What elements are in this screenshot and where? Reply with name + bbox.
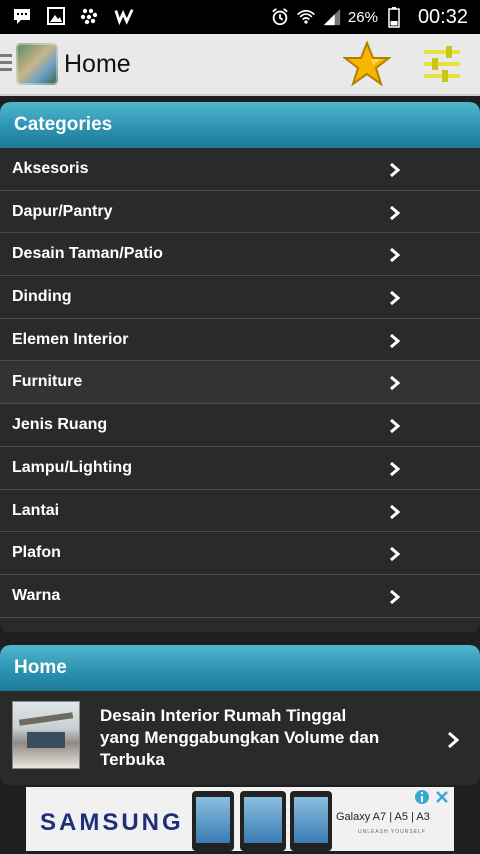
category-item[interactable]: Jenis Ruang — [0, 404, 480, 447]
ad-tagline: UNLEASH YOURSELF — [358, 829, 426, 835]
battery-percentage: 26% — [347, 8, 378, 26]
action-bar: Home — [0, 34, 480, 96]
category-item[interactable]: Desain Taman/Patio — [0, 233, 480, 277]
category-item[interactable]: Plafon — [0, 532, 480, 575]
category-item[interactable]: Lantai — [0, 490, 480, 533]
drawer-menu-icon[interactable] — [0, 54, 12, 74]
app-logo[interactable] — [16, 43, 58, 85]
chevron-right-icon — [390, 205, 401, 220]
category-item[interactable]: Furniture — [0, 361, 480, 405]
ad-info-icon[interactable] — [414, 789, 430, 805]
home-header: Home — [0, 645, 480, 691]
category-label: Desain Taman/Patio — [12, 245, 163, 263]
chevron-right-icon — [390, 162, 401, 178]
chevron-right-icon — [390, 376, 401, 391]
category-item[interactable]: Elemen Interior — [0, 319, 480, 362]
home-panel: Home Desain Interior Rumah Tinggal yang … — [0, 645, 480, 785]
chevron-right-icon — [390, 333, 401, 348]
battery-icon — [384, 7, 404, 28]
blackberry-icon — [80, 6, 100, 26]
chevron-right-icon — [390, 589, 401, 605]
article-title: Desain Interior Rumah Tinggal yang Mengg… — [100, 706, 380, 769]
signal-icon — [322, 7, 342, 27]
ad-brand: SAMSUNG — [40, 809, 184, 836]
ad-phones-image — [186, 787, 336, 851]
category-item[interactable]: Dinding — [0, 276, 480, 319]
wifi-icon — [296, 7, 316, 27]
ad-close-icon[interactable] — [434, 789, 450, 805]
categories-list: Aksesoris Dapur/Pantry Desain Taman/Patio D… — [0, 148, 480, 618]
page-title: Home — [64, 50, 131, 78]
favorite-star-button[interactable] — [342, 40, 392, 88]
category-label: Dapur/Pantry — [12, 202, 113, 220]
alarm-icon — [270, 7, 290, 27]
article-thumbnail — [12, 701, 80, 769]
sliders-icon — [424, 46, 460, 82]
category-label: Elemen Interior — [12, 330, 129, 348]
category-label: Jenis Ruang — [12, 416, 108, 434]
chat-icon — [12, 6, 32, 26]
chevron-right-icon — [390, 547, 401, 562]
chevron-right-icon — [448, 731, 460, 749]
category-label: Lampu/Lighting — [12, 458, 132, 476]
clock: 00:32 — [417, 5, 468, 28]
categories-panel: Categories Aksesoris Dapur/Pantry Desain T… — [0, 102, 480, 632]
category-label: Warna — [12, 586, 61, 604]
star-icon — [342, 40, 392, 87]
category-label: Furniture — [12, 373, 83, 391]
category-label: Plafon — [12, 544, 61, 562]
category-item[interactable]: Aksesoris — [0, 148, 480, 191]
image-icon — [46, 6, 66, 26]
filter-settings-button[interactable] — [420, 44, 464, 84]
article-item[interactable]: Desain Interior Rumah Tinggal yang Mengg… — [0, 691, 480, 785]
categories-header: Categories — [0, 102, 480, 148]
ad-models: Galaxy A7 | A5 | A3 — [336, 811, 430, 823]
ad-banner[interactable]: SAMSUNG Galaxy A7 | A5 | A3 UNLEASH YOUR… — [26, 787, 454, 851]
chevron-right-icon — [390, 290, 401, 306]
category-item[interactable]: Dapur/Pantry — [0, 191, 480, 234]
category-item[interactable]: Lampu/Lighting — [0, 447, 480, 490]
chevron-right-icon — [390, 418, 401, 434]
chevron-right-icon — [390, 461, 401, 476]
category-item[interactable]: Warna — [0, 575, 480, 618]
chevron-right-icon — [390, 504, 401, 519]
chevron-right-icon — [390, 248, 401, 263]
w-app-icon — [114, 6, 134, 26]
status-bar: 26% 00:32 — [0, 0, 480, 34]
category-label: Lantai — [12, 501, 60, 519]
category-label: Aksesoris — [12, 160, 89, 177]
category-label: Dinding — [12, 288, 72, 306]
